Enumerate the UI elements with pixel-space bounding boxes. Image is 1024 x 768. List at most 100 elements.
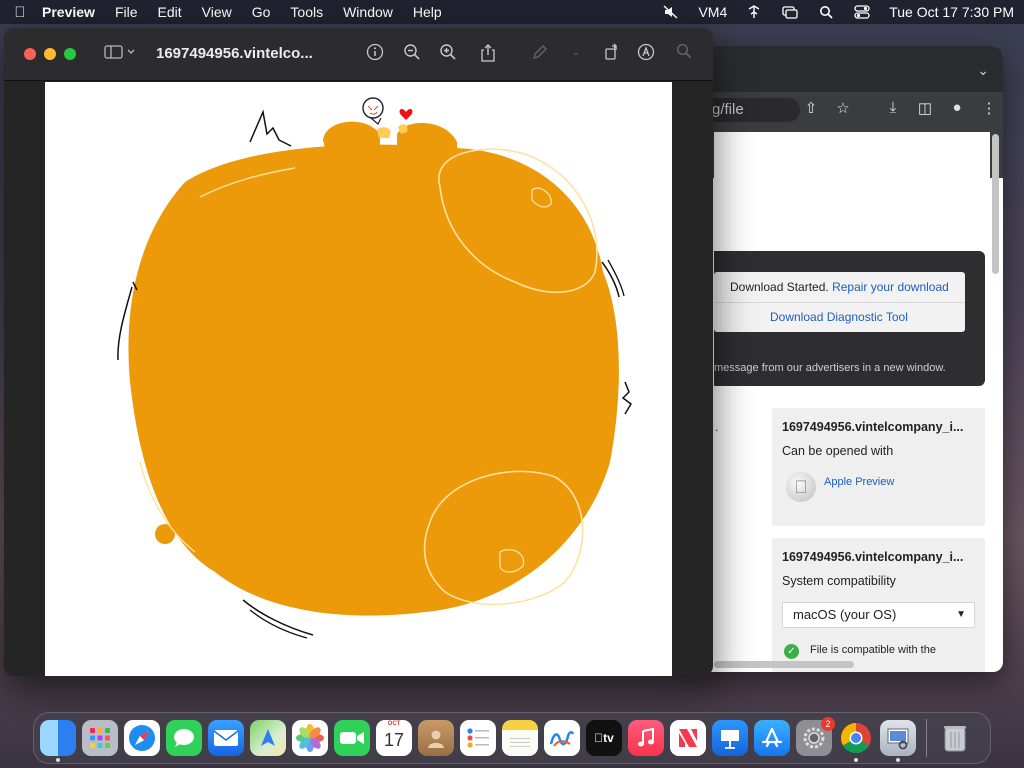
minimize-button[interactable] [44,48,56,60]
menu-edit[interactable]: Edit [158,4,182,20]
apple-preview-link[interactable]: Apple Preview [824,476,894,488]
spotlight-icon[interactable] [817,5,835,19]
menu-file[interactable]: File [115,4,138,20]
dock-photos-icon[interactable] [292,720,328,756]
repair-download-link[interactable]: Repair your download [832,280,949,294]
caret-down-icon: ▼ [956,609,966,620]
rotate-icon[interactable] [602,43,622,63]
card-subtitle: Can be opened with [782,444,894,458]
head-neck [370,117,382,125]
preview-window: 1697494956.vintelco... ⌄ [4,28,713,676]
dock-system-settings-icon[interactable]: 2 [796,717,835,756]
face-mark [367,105,379,115]
zoom-out-icon[interactable] [402,43,422,63]
dock-trash-icon[interactable] [937,720,973,756]
dock-keynote-icon[interactable] [712,720,748,756]
dock-messages-icon[interactable] [166,720,202,756]
side-panel-icon[interactable]: ◫ [916,99,934,117]
dock-app-store-icon[interactable] [754,720,790,756]
menu-go[interactable]: Go [252,4,271,20]
download-started-text: Download Started. [730,280,829,294]
dock-calendar-icon[interactable]: OCT 17 [376,720,412,756]
os-select-value: macOS (your OS) [793,607,897,622]
compatibility-card: 1697494956.vintelcompany_i... System com… [772,538,985,672]
download-info-box: Download Started. Repair your download D… [714,272,965,332]
menu-status-area: VM4 Tue Oct 17 7:30 PM [662,4,1014,20]
menu-help[interactable]: Help [413,4,442,20]
dock-separator [926,719,927,757]
dock-launchpad-icon[interactable] [82,720,118,756]
motion-line-right-3 [621,381,632,415]
dock-facetime-icon[interactable] [334,720,370,756]
vpn-label[interactable]: VM4 [698,4,727,20]
notification-badge: 2 [821,717,835,731]
share-icon[interactable]: ⇧ [802,99,820,117]
horizontal-scrollbar[interactable] [714,661,854,668]
menu-app-name[interactable]: Preview [42,4,95,20]
tab-search-chevron-icon[interactable]: ⌄ [977,62,989,79]
running-indicator [56,758,60,762]
fullscreen-button[interactable] [64,48,76,60]
dock-preview-icon[interactable] [880,720,916,762]
document-canvas[interactable] [45,82,672,676]
dock: OCT 17 tv 2 [33,712,991,764]
head-outline [362,97,384,119]
menu-window[interactable]: Window [343,4,393,20]
apple-preview-app-icon[interactable]:  [786,472,816,502]
cartoon-illustration [117,97,632,639]
annotate-icon[interactable] [636,43,656,63]
sidebar-toggle-icon[interactable] [104,44,136,63]
dock-tv-icon[interactable]: tv [586,720,622,756]
dock-news-icon[interactable] [670,720,706,756]
diagnostic-tool-link[interactable]: Download Diagnostic Tool [770,310,908,324]
mute-icon[interactable] [662,5,680,19]
download-icon[interactable]: ⤓ [884,99,902,117]
markup-menu-chevron-icon[interactable]: ⌄ [566,43,586,63]
screen-mirroring-icon[interactable] [781,5,799,19]
apple-menu-icon[interactable]:  [10,4,30,21]
stray-text: . [715,420,719,434]
share-icon[interactable] [478,43,498,63]
document-title: 1697494956.vintelco... [156,45,313,62]
dock-maps-icon[interactable] [250,720,286,756]
dock-freeform-icon[interactable] [544,720,580,756]
tv-label: tv [594,731,614,745]
menu-view[interactable]: View [202,4,232,20]
dock-finder-icon[interactable] [40,720,76,762]
dock-mail-icon[interactable] [208,720,244,756]
address-bar[interactable]: g/file [700,98,800,122]
info-icon[interactable] [365,43,385,63]
more-menu-icon[interactable]: ⋮ [980,99,998,117]
bookmark-star-icon[interactable]: ☆ [834,99,852,117]
zoom-in-icon[interactable] [438,43,458,63]
dock-safari-icon[interactable] [124,720,160,756]
browser-window: ⌄ g/file ⇧ ☆ ⤓ ◫ ● ⋮ Download Started. R… [690,46,1003,672]
markup-pen-icon[interactable] [530,43,550,63]
dock-chrome-icon[interactable] [838,720,874,762]
control-center-icon[interactable] [853,5,871,19]
network-icon[interactable] [745,5,763,19]
file-open-card: 1697494956.vintelcompany_i... Can be ope… [772,408,985,526]
profile-icon[interactable]: ● [948,99,966,117]
preview-titlebar: 1697494956.vintelco... ⌄ [4,28,713,81]
menu-clock[interactable]: Tue Oct 17 7:30 PM [889,4,1014,20]
dock-notes-icon[interactable] [502,720,538,756]
search-icon[interactable] [674,43,694,63]
file-name: 1697494956.vintelcompany_i... [782,420,964,434]
running-indicator [896,758,900,762]
calendar-month: OCT [387,721,401,727]
dock-contacts-icon[interactable] [418,720,454,756]
close-button[interactable] [24,48,36,60]
menu-bar:  Preview File Edit View Go Tools Window… [0,0,1024,24]
browser-tab-strip: ⌄ [690,46,1003,92]
motion-line-bottom-2 [249,609,308,639]
os-select[interactable]: macOS (your OS) ▼ [782,602,975,628]
vertical-scrollbar[interactable] [992,134,999,274]
dock-music-icon[interactable] [628,720,664,756]
hand-left [377,127,391,138]
top-bulge-left [323,121,380,148]
dock-reminders-icon[interactable] [460,720,496,756]
menu-tools[interactable]: Tools [290,4,323,20]
check-circle-icon: ✓ [784,644,799,659]
heart-icon [399,108,413,120]
